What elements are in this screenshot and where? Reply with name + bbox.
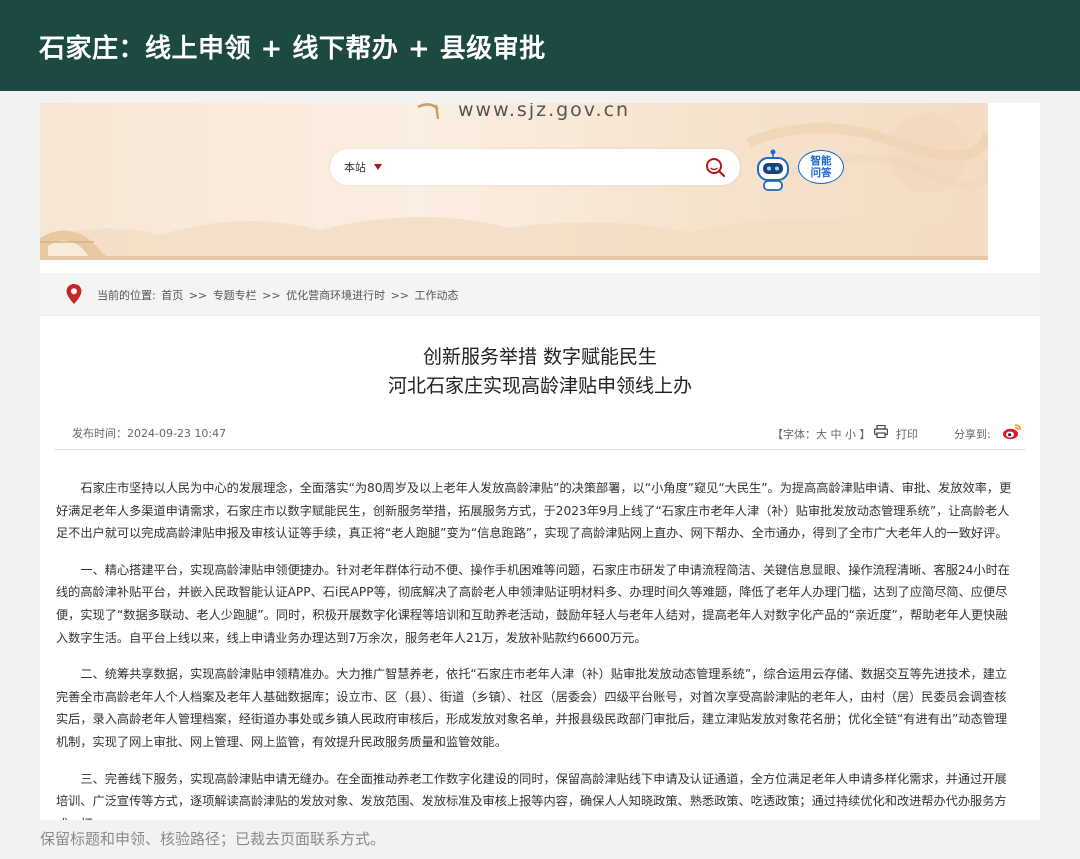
article-meta-bar: 发布时间：2024-09-23 10:47 【字体：大 中 小 】 打印 分享到… (54, 421, 1026, 450)
weibo-share-icon[interactable] (1002, 423, 1022, 440)
site-url-text: www.sjz.gov.cn (458, 103, 631, 121)
breadcrumb-bar: 当前的位置: 首页 >> 专题专栏 >> 优化营商环境进行时 >> 工作动态 (40, 273, 1040, 316)
article-paragraph: 三、完善线下服务，实现高龄津贴申请无缝办。在全面推动养老工作数字化建设的同时，保… (56, 771, 1007, 820)
breadcrumb-item-work-news[interactable]: 工作动态 (415, 289, 459, 302)
font-size-selector[interactable]: 【字体：大 中 小 】 (772, 426, 871, 442)
image-caption: 保留标题和申领、核验路径；已裁去页面联系方式。 (40, 830, 386, 848)
chevron-down-icon[interactable] (374, 164, 382, 170)
webpage-screenshot: www.sjz.gov.cn 本站 智能 问答 当前的位置: 首页 >> 专题专… (40, 103, 1040, 820)
ai-qa-label-line1: 智能 (810, 155, 832, 167)
breadcrumb-separator: >> (262, 289, 281, 302)
breadcrumb-prefix: 当前的位置: (97, 289, 156, 302)
search-icon[interactable] (704, 156, 726, 178)
site-search-box[interactable]: 本站 (330, 149, 740, 185)
site-logo-icon (417, 103, 440, 120)
breadcrumb-item-special-topics[interactable]: 专题专栏 (213, 289, 257, 302)
search-scope-select[interactable]: 本站 (344, 159, 366, 175)
article-title: 创新服务举措 数字赋能民生 河北石家庄实现高龄津贴申领线上办 (40, 343, 1040, 401)
article-paragraph: 二、统筹共享数据，实现高龄津贴申领精准办。大力推广智慧养老，依托“石家庄市老年人… (56, 667, 1008, 749)
page-title: 石家庄：线上申领 + 线下帮办 + 县级审批 (39, 34, 546, 64)
breadcrumb-separator: >> (188, 289, 208, 302)
article-title-line2: 河北石家庄实现高龄津贴申领线上办 (387, 375, 692, 397)
breadcrumb-item-business-environment[interactable]: 优化营商环境进行时 (286, 289, 385, 302)
location-pin-icon (66, 284, 82, 304)
robot-assistant-icon[interactable] (753, 148, 793, 192)
article-paragraph: 一、精心搭建平台，实现高龄津贴申领便捷办。针对老年群体行动不便、操作手机困难等问… (56, 562, 1010, 645)
article-body: 石家庄市坚持以人民为中心的发展理念，全面落实“为80周岁及以上老年人发放高龄津贴… (56, 477, 1016, 820)
print-icon[interactable] (874, 425, 888, 438)
breadcrumb-item-home[interactable]: 首页 (161, 289, 183, 302)
print-button[interactable]: 打印 (896, 426, 918, 442)
bridge-illustration (40, 230, 110, 260)
article-paragraph: 石家庄市坚持以人民为中心的发展理念，全面落实“为80周岁及以上老年人发放高龄津贴… (56, 481, 1012, 541)
breadcrumb-separator: >> (390, 289, 410, 302)
breadcrumb: 当前的位置: 首页 >> 专题专栏 >> 优化营商环境进行时 >> 工作动态 (97, 287, 461, 303)
site-banner: www.sjz.gov.cn 本站 智能 问答 (40, 103, 988, 260)
article-title-line1: 创新服务举措 数字赋能民生 (422, 346, 658, 368)
top-header-bar: 石家庄：线上申领 + 线下帮办 + 县级审批 (0, 0, 1080, 91)
mountain-silhouette (40, 216, 988, 260)
publish-time: 发布时间：2024-09-23 10:47 (72, 427, 227, 440)
ai-qa-button[interactable]: 智能 问答 (798, 150, 844, 184)
banner-underline (40, 256, 988, 260)
ai-qa-label-line2: 问答 (810, 167, 832, 179)
share-label: 分享到: (954, 428, 991, 441)
